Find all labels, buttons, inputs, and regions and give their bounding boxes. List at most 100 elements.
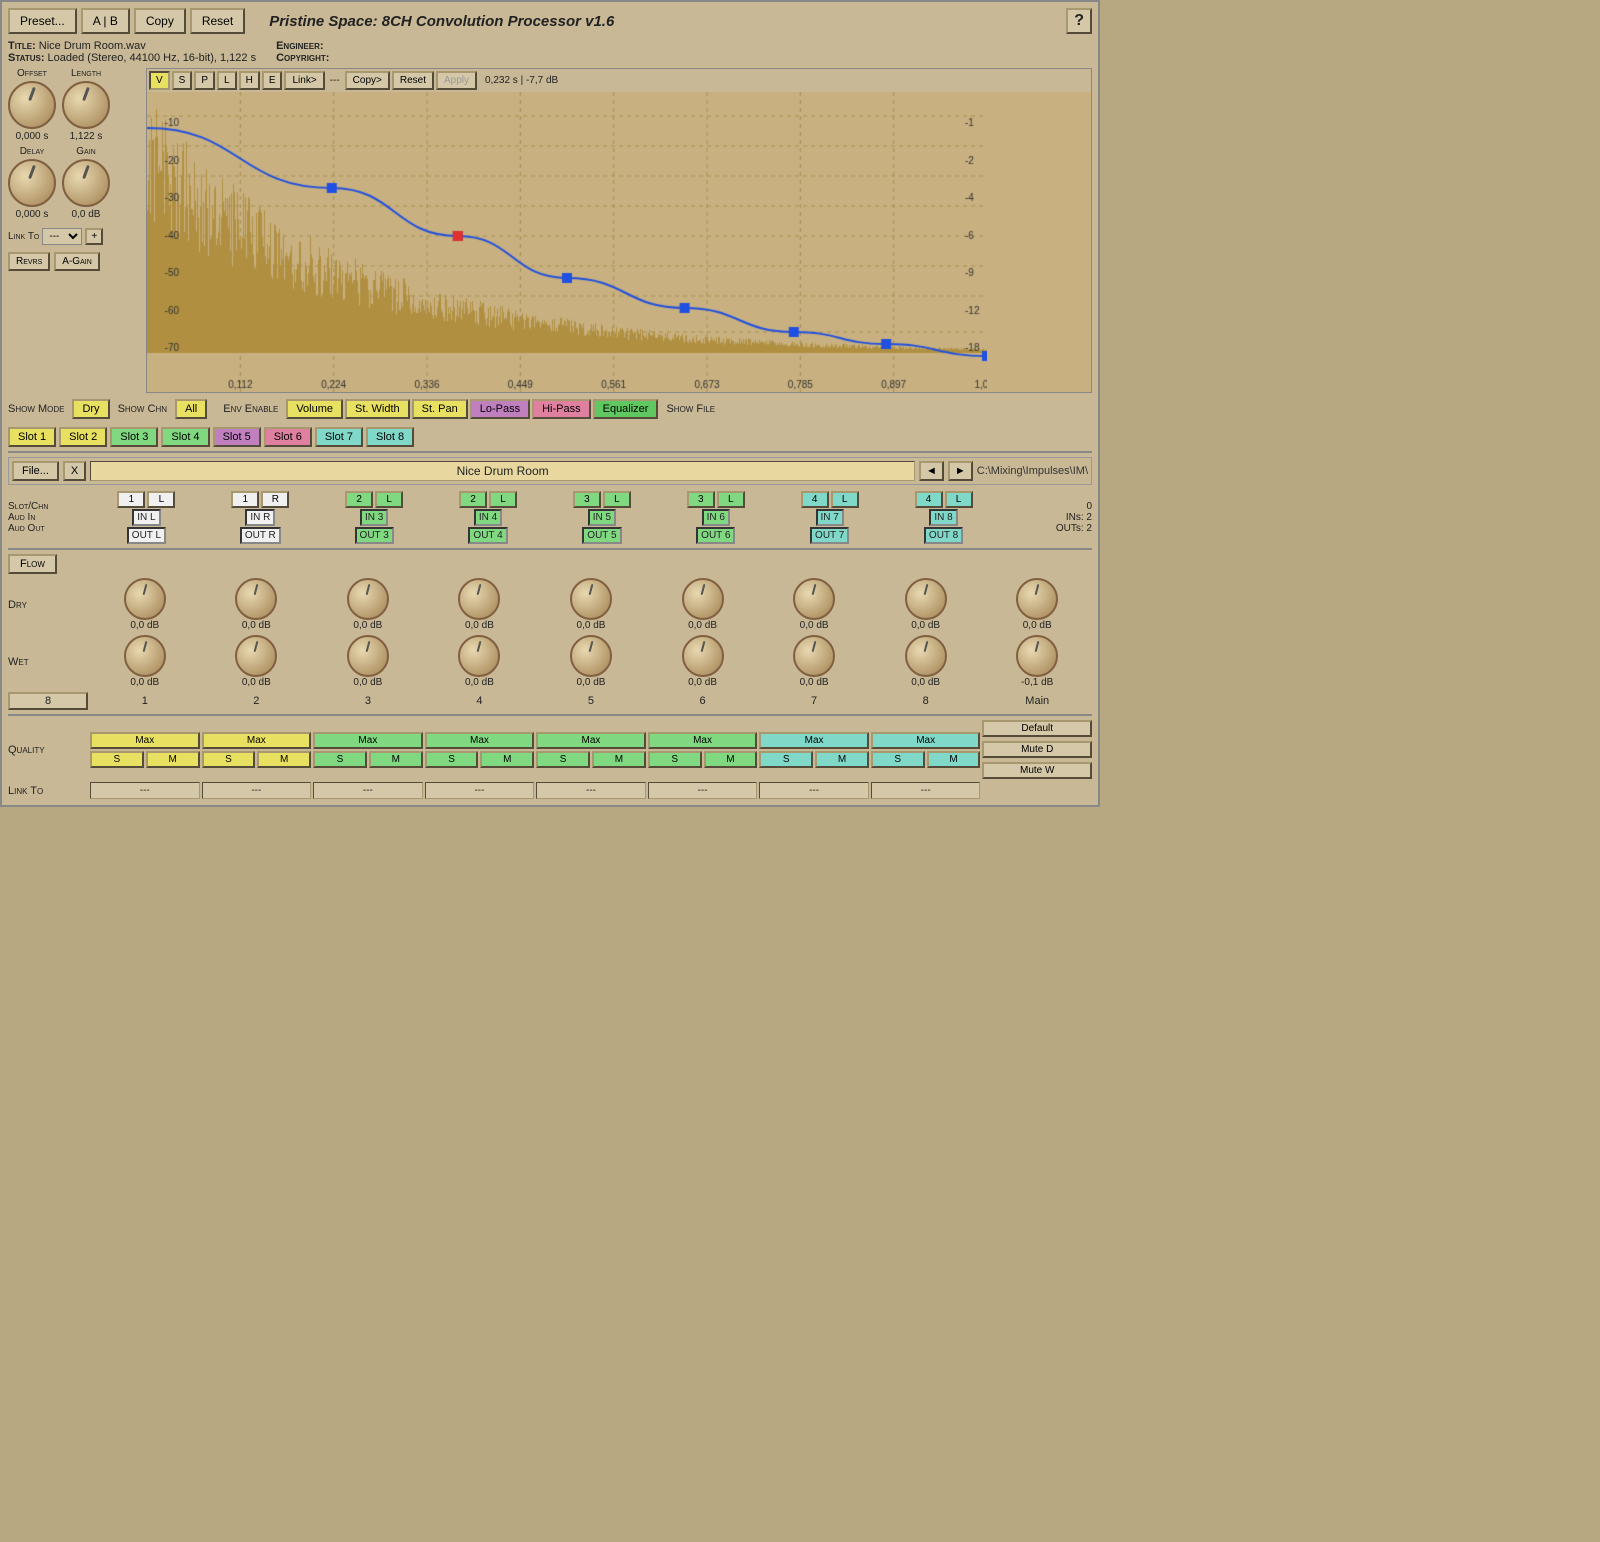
slot-tab-3[interactable]: Slot 3	[110, 427, 158, 447]
graph-reset-button[interactable]: Reset	[392, 71, 434, 90]
max-btn-8[interactable]: Max	[871, 732, 981, 749]
wet-knob-ctrl-4[interactable]	[458, 635, 500, 677]
file-prev-button[interactable]: ◄	[919, 461, 944, 481]
dry-knob-ctrl-2[interactable]	[235, 578, 277, 620]
env-volume-btn[interactable]: Volume	[286, 399, 343, 419]
ab-button[interactable]: A | B	[81, 8, 130, 34]
slot-num-btn-3r[interactable]: 3	[687, 491, 715, 508]
wet-knob-ctrl-2[interactable]	[235, 635, 277, 677]
default-btn[interactable]: Default	[982, 720, 1092, 737]
dry-knob-ctrl-7[interactable]	[793, 578, 835, 620]
env-equalizer-btn[interactable]: Equalizer	[593, 399, 659, 419]
file-x-button[interactable]: X	[63, 461, 86, 481]
slot-chn-btn-3r[interactable]: L	[717, 491, 745, 508]
env-e-button[interactable]: E	[262, 71, 283, 90]
slot-tab-7[interactable]: Slot 7	[315, 427, 363, 447]
revrs-button[interactable]: Revrs	[8, 252, 50, 271]
s-btn-1[interactable]: S	[90, 751, 144, 768]
wet-knob-ctrl-6[interactable]	[682, 635, 724, 677]
s-btn-7[interactable]: S	[759, 751, 813, 768]
wet-knob-ctrl-main[interactable]	[1016, 635, 1058, 677]
file-next-button[interactable]: ►	[948, 461, 973, 481]
m-btn-2[interactable]: M	[257, 751, 311, 768]
m-btn-6[interactable]: M	[704, 751, 758, 768]
dry-knob-ctrl-main[interactable]	[1016, 578, 1058, 620]
slot-num-btn-2r[interactable]: 2	[459, 491, 487, 508]
slot-num-btn-1r[interactable]: 1	[231, 491, 259, 508]
slot-chn-btn-3l[interactable]: L	[603, 491, 631, 508]
slot-chn-btn-1l[interactable]: L	[147, 491, 175, 508]
dry-knob-ctrl-5[interactable]	[570, 578, 612, 620]
env-stpan-btn[interactable]: St. Pan	[412, 399, 468, 419]
slot-num-btn-2l[interactable]: 2	[345, 491, 373, 508]
slot-tab-6[interactable]: Slot 6	[264, 427, 312, 447]
show-chn-value[interactable]: All	[175, 399, 207, 419]
wet-knob-ctrl-7[interactable]	[793, 635, 835, 677]
dry-knob-ctrl-6[interactable]	[682, 578, 724, 620]
m-btn-3[interactable]: M	[369, 751, 423, 768]
s-btn-3[interactable]: S	[313, 751, 367, 768]
mute-d-btn[interactable]: Mute D	[982, 741, 1092, 758]
help-button[interactable]: ?	[1066, 8, 1092, 34]
slot-chn-btn-1r[interactable]: R	[261, 491, 289, 508]
again-button[interactable]: A-Gain	[54, 252, 99, 271]
slot-chn-btn-4r[interactable]: L	[945, 491, 973, 508]
delay-knob[interactable]	[8, 159, 56, 207]
link-to-select[interactable]: ---	[42, 228, 82, 245]
slot-tab-8[interactable]: Slot 8	[366, 427, 414, 447]
dry-knob-ctrl-8[interactable]	[905, 578, 947, 620]
slot-num-btn-4l[interactable]: 4	[801, 491, 829, 508]
mute-w-btn[interactable]: Mute W	[982, 762, 1092, 779]
env-stwidth-btn[interactable]: St. Width	[345, 399, 410, 419]
env-link-button[interactable]: Link>	[284, 71, 324, 90]
max-btn-3[interactable]: Max	[313, 732, 423, 749]
slot-chn-btn-2r[interactable]: L	[489, 491, 517, 508]
wet-knob-ctrl-5[interactable]	[570, 635, 612, 677]
max-btn-1[interactable]: Max	[90, 732, 200, 749]
wet-knob-ctrl-1[interactable]	[124, 635, 166, 677]
s-btn-2[interactable]: S	[202, 751, 256, 768]
length-knob[interactable]	[62, 81, 110, 129]
m-btn-7[interactable]: M	[815, 751, 869, 768]
channel-num-0[interactable]: 8	[8, 692, 88, 710]
m-btn-8[interactable]: M	[927, 751, 981, 768]
graph-apply-button[interactable]: Apply	[436, 71, 477, 90]
max-btn-6[interactable]: Max	[648, 732, 758, 749]
slot-tab-1[interactable]: Slot 1	[8, 427, 56, 447]
reset-button[interactable]: Reset	[190, 8, 245, 34]
max-btn-4[interactable]: Max	[425, 732, 535, 749]
slot-num-btn-1l[interactable]: 1	[117, 491, 145, 508]
m-btn-4[interactable]: M	[480, 751, 534, 768]
slot-num-btn-3l[interactable]: 3	[573, 491, 601, 508]
env-hipass-btn[interactable]: Hi-Pass	[532, 399, 591, 419]
flow-button[interactable]: Flow	[8, 554, 57, 574]
slot-tab-2[interactable]: Slot 2	[59, 427, 107, 447]
preset-button[interactable]: Preset...	[8, 8, 77, 34]
m-btn-1[interactable]: M	[146, 751, 200, 768]
s-btn-5[interactable]: S	[536, 751, 590, 768]
env-s-button[interactable]: S	[172, 71, 193, 90]
wet-knob-ctrl-3[interactable]	[347, 635, 389, 677]
offset-knob[interactable]	[8, 81, 56, 129]
slot-num-btn-4r[interactable]: 4	[915, 491, 943, 508]
gain-knob[interactable]	[62, 159, 110, 207]
m-btn-5[interactable]: M	[592, 751, 646, 768]
env-l-button[interactable]: L	[217, 71, 237, 90]
dry-knob-ctrl-4[interactable]	[458, 578, 500, 620]
s-btn-6[interactable]: S	[648, 751, 702, 768]
max-btn-5[interactable]: Max	[536, 732, 646, 749]
max-btn-2[interactable]: Max	[202, 732, 312, 749]
slot-chn-btn-4l[interactable]: L	[831, 491, 859, 508]
env-p-button[interactable]: P	[194, 71, 215, 90]
show-mode-value[interactable]: Dry	[72, 399, 109, 419]
slot-chn-btn-2l[interactable]: L	[375, 491, 403, 508]
dry-knob-ctrl-3[interactable]	[347, 578, 389, 620]
env-h-button[interactable]: H	[239, 71, 260, 90]
slot-tab-4[interactable]: Slot 4	[161, 427, 209, 447]
s-btn-8[interactable]: S	[871, 751, 925, 768]
env-v-button[interactable]: V	[149, 71, 170, 90]
dry-knob-ctrl-1[interactable]	[124, 578, 166, 620]
slot-tab-5[interactable]: Slot 5	[213, 427, 261, 447]
s-btn-4[interactable]: S	[425, 751, 479, 768]
plus-button[interactable]: +	[85, 228, 103, 245]
